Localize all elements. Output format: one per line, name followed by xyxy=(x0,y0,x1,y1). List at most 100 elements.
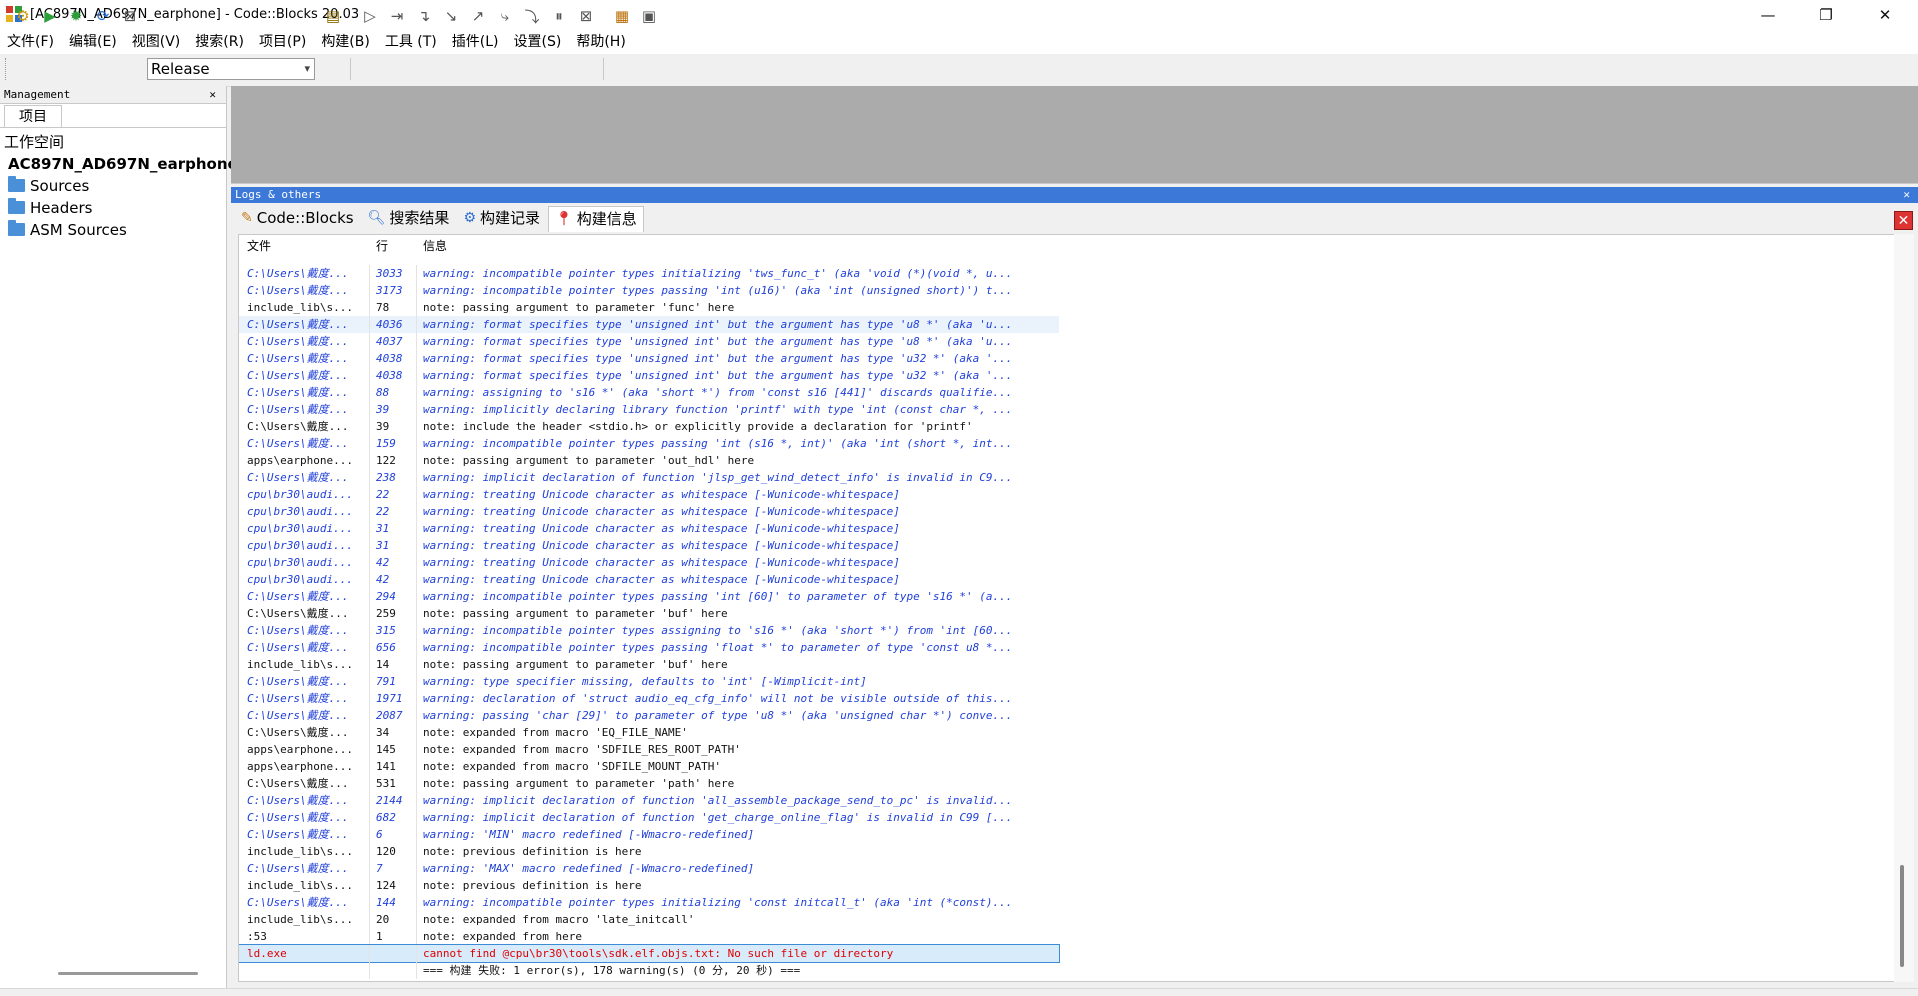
note-row[interactable]: apps\earphone... 145 note: expanded from m… xyxy=(239,741,1059,758)
note-row[interactable]: include_lib\s... 124 note: previous defini… xyxy=(239,877,1059,894)
warning-row[interactable]: C:\Users\戴度... 3033 warning: incompatible … xyxy=(239,265,1059,282)
note-row[interactable]: C:\Users\戴度... 39 note: include the header… xyxy=(239,418,1059,435)
warning-row[interactable]: C:\Users\戴度... 791 warning: type specifier… xyxy=(239,673,1059,690)
tree-item-sources[interactable]: Sources xyxy=(8,175,89,197)
menu-file[interactable]: 文件(F) xyxy=(0,30,62,54)
warning-row[interactable]: cpu\br30\audi... 31 warning: treating Unic… xyxy=(239,520,1059,537)
warning-row[interactable]: cpu\br30\audi... 42 warning: treating Unic… xyxy=(239,554,1059,571)
close-icon[interactable]: ✕ xyxy=(1903,187,1910,203)
note-row[interactable]: C:\Users\戴度... 531 note: passing argument … xyxy=(239,775,1059,792)
scrollbar-thumb[interactable] xyxy=(1900,865,1904,967)
row-line: 682 xyxy=(376,811,396,824)
warning-row[interactable]: C:\Users\戴度... 88 warning: assigning to 's… xyxy=(239,384,1059,401)
note-row[interactable]: apps\earphone... 122 note: passing argumen… xyxy=(239,452,1059,469)
menu-search[interactable]: 搜索(R) xyxy=(188,30,252,54)
warning-row[interactable]: C:\Users\戴度... 315 warning: incompatible p… xyxy=(239,622,1059,639)
vertical-scrollbar[interactable] xyxy=(1894,234,1914,982)
note-row[interactable]: C:\Users\戴度... 259 note: passing argument … xyxy=(239,605,1059,622)
close-window-button[interactable]: ✕ xyxy=(1862,0,1908,30)
menu-plugins[interactable]: 插件(L) xyxy=(445,30,507,54)
menu-build[interactable]: 构建(B) xyxy=(314,30,378,54)
menu-tools[interactable]: 工具 (T) xyxy=(378,30,445,54)
warning-row[interactable]: C:\Users\戴度... 656 warning: incompatible p… xyxy=(239,639,1059,656)
column-separator xyxy=(416,656,417,673)
note-row[interactable]: include_lib\s... 78 note: passing argument… xyxy=(239,299,1059,316)
warning-row[interactable]: C:\Users\戴度... 144 warning: incompatible p… xyxy=(239,894,1059,911)
minimize-button[interactable]: — xyxy=(1745,0,1791,30)
note-row[interactable]: apps\earphone... 141 note: expanded from m… xyxy=(239,758,1059,775)
run-to-cursor-icon[interactable]: ⇥ xyxy=(387,6,407,26)
warning-row[interactable]: C:\Users\戴度... 3173 warning: incompatible … xyxy=(239,282,1059,299)
menu-help[interactable]: 帮助(H) xyxy=(569,30,633,54)
workspace-node[interactable]: 工作空间 xyxy=(4,131,64,153)
warning-row[interactable]: cpu\br30\audi... 22 warning: treating Unic… xyxy=(239,486,1059,503)
tab-build-log[interactable]: ⚙ 构建记录 xyxy=(457,206,546,231)
tree-item-asm-sources[interactable]: ASM Sources xyxy=(8,219,127,241)
warning-row[interactable]: C:\Users\戴度... 2144 warning: implicit decl… xyxy=(239,792,1059,809)
warning-row[interactable]: C:\Users\戴度... 1971 warning: declaration o… xyxy=(239,690,1059,707)
warning-row[interactable]: C:\Users\戴度... 7 warning: 'MAX' macro rede… xyxy=(239,860,1059,877)
warning-row[interactable]: C:\Users\戴度... 6 warning: 'MIN' macro rede… xyxy=(239,826,1059,843)
debug-run-icon[interactable]: ▷ xyxy=(360,6,380,26)
build-and-run-icon[interactable]: ✹ xyxy=(66,6,86,26)
abort-icon[interactable]: ⊠ xyxy=(120,6,140,26)
warning-row[interactable]: C:\Users\戴度... 39 warning: implicitly decl… xyxy=(239,401,1059,418)
tab-projects[interactable]: 项目 xyxy=(4,105,62,128)
warning-row[interactable]: C:\Users\戴度... 4037 warning: format specif… xyxy=(239,333,1059,350)
note-row[interactable]: include_lib\s... 14 note: passing argument… xyxy=(239,656,1059,673)
close-logs-button[interactable]: ✕ xyxy=(1894,211,1913,230)
rebuild-icon[interactable]: ⟳ xyxy=(93,6,113,26)
row-message: warning: declaration of 'struct audio_eq… xyxy=(423,692,1013,705)
error-row[interactable]: ld.exe cannot find @cpu\br30\tools\sdk.el… xyxy=(239,944,1060,963)
menu-bar: 文件(F) 编辑(E) 视图(V) 搜索(R) 项目(P) 构建(B) 工具 (… xyxy=(0,30,1918,54)
restore-button[interactable]: ❐ xyxy=(1803,0,1849,30)
pause-icon[interactable]: ⏸ xyxy=(549,6,569,26)
note-row[interactable]: include_lib\s... 120 note: previous defini… xyxy=(239,843,1059,860)
tab-search-results[interactable]: 🔍︎ 搜索结果 xyxy=(362,206,456,231)
note-row[interactable]: === 构建 失败: 1 error(s), 178 warning(s) (0… xyxy=(239,962,1059,979)
warning-row[interactable]: cpu\br30\audi... 22 warning: treating Unic… xyxy=(239,503,1059,520)
warning-row[interactable]: C:\Users\戴度... 4038 warning: format specif… xyxy=(239,350,1059,367)
warning-row[interactable]: C:\Users\戴度... 294 warning: incompatible p… xyxy=(239,588,1059,605)
stop-debugger-icon[interactable]: ⊠ xyxy=(576,6,596,26)
project-node[interactable]: AC897N_AD697N_earphone xyxy=(8,153,238,175)
show-target-dialog-icon[interactable]: ▤ xyxy=(323,6,343,26)
column-header-message[interactable]: 信息 xyxy=(423,237,447,254)
info-icon[interactable]: ▣ xyxy=(639,6,659,26)
warning-row[interactable]: C:\Users\戴度... 682 warning: implicit decla… xyxy=(239,809,1059,826)
tab-codeblocks-log[interactable]: ✎ Code::Blocks xyxy=(235,206,360,231)
menu-view[interactable]: 视图(V) xyxy=(125,30,189,54)
step-into-instruction-icon[interactable]: ⤵ xyxy=(522,6,542,26)
note-row[interactable]: :53 1 note: expanded from here xyxy=(239,928,1059,945)
warning-row[interactable]: C:\Users\戴度... 2087 warning: passing 'char… xyxy=(239,707,1059,724)
build-icon[interactable]: ⚙ xyxy=(13,6,33,26)
tab-build-messages[interactable]: 📍︎ 构建信息 xyxy=(548,206,644,232)
step-into-icon[interactable]: ↘ xyxy=(441,6,461,26)
note-row[interactable]: include_lib\s... 20 note: expanded from ma… xyxy=(239,911,1059,928)
warning-row[interactable]: C:\Users\戴度... 238 warning: implicit decla… xyxy=(239,469,1059,486)
toolbar-grip[interactable] xyxy=(5,58,9,80)
warning-row[interactable]: cpu\br30\audi... 42 warning: treating Unic… xyxy=(239,571,1059,588)
build-messages-list[interactable]: 文件 行 信息 C:\Users\戴度... 3033 warning: incom… xyxy=(238,234,1895,982)
note-row[interactable]: C:\Users\戴度... 34 note: expanded from macr… xyxy=(239,724,1059,741)
column-separator xyxy=(369,809,370,826)
warning-row[interactable]: C:\Users\戴度... 4038 warning: format specif… xyxy=(239,367,1059,384)
warning-row[interactable]: C:\Users\戴度... 4036 warning: format specif… xyxy=(239,316,1059,333)
step-out-icon[interactable]: ↗ xyxy=(468,6,488,26)
chevron-down-icon: ▾ xyxy=(304,62,310,75)
menu-project[interactable]: 项目(P) xyxy=(252,30,314,54)
column-header-file[interactable]: 文件 xyxy=(247,237,271,254)
column-header-line[interactable]: 行 xyxy=(376,237,388,254)
next-instruction-icon[interactable]: ⤷ xyxy=(495,6,515,26)
next-line-icon[interactable]: ↴ xyxy=(414,6,434,26)
close-icon[interactable]: ✕ xyxy=(209,86,216,103)
tree-item-headers[interactable]: Headers xyxy=(8,197,92,219)
warning-row[interactable]: cpu\br30\audi... 31 warning: treating Unic… xyxy=(239,537,1059,554)
build-target-select[interactable]: Release ▾ xyxy=(147,58,315,80)
debug-windows-icon[interactable]: ▦ xyxy=(612,6,632,26)
warning-row[interactable]: C:\Users\戴度... 159 warning: incompatible p… xyxy=(239,435,1059,452)
run-icon[interactable]: ▶ xyxy=(40,6,60,26)
horizontal-scrollbar[interactable] xyxy=(58,972,198,975)
menu-edit[interactable]: 编辑(E) xyxy=(62,30,125,54)
menu-settings[interactable]: 设置(S) xyxy=(507,30,570,54)
